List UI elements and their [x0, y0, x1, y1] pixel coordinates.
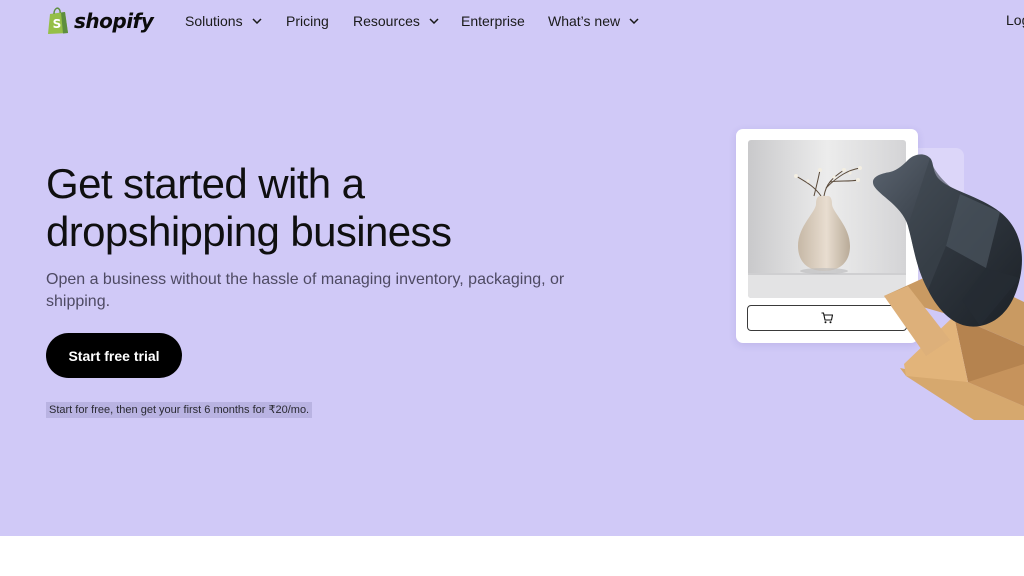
shopping-cart-icon	[821, 312, 833, 324]
shopping-bag-icon: S	[48, 7, 68, 34]
nav-item-whats-new[interactable]: What’s new	[548, 12, 639, 30]
start-free-trial-button[interactable]: Start free trial	[46, 333, 182, 378]
nav-item-label: Enterprise	[461, 13, 525, 29]
headline-line-1: Get started with a	[46, 160, 365, 207]
login-link[interactable]: Log	[1006, 12, 1024, 28]
hero-subheading: Open a business without the hassle of ma…	[46, 271, 565, 310]
hero-section: S shopify Solutions Pricing Resources En…	[0, 0, 1024, 536]
shopify-logo[interactable]: S shopify	[46, 6, 154, 36]
nav-item-enterprise[interactable]: Enterprise	[461, 12, 525, 30]
top-navigation: S shopify Solutions Pricing Resources En…	[0, 0, 1024, 42]
chevron-down-icon	[252, 18, 262, 24]
nav-item-label: Resources	[353, 13, 420, 29]
nav-item-label: Solutions	[185, 13, 243, 29]
page-title: Get started with a dropshipping business	[46, 160, 606, 256]
svg-text:S: S	[53, 17, 62, 31]
headline-line-2: dropshipping business	[46, 208, 452, 255]
chevron-down-icon	[629, 18, 639, 24]
nav-item-label: What’s new	[548, 13, 621, 29]
nav-item-label: Pricing	[286, 13, 329, 29]
nav-item-solutions[interactable]: Solutions	[185, 12, 262, 30]
nav-item-resources[interactable]: Resources	[353, 12, 439, 30]
shipping-box-illustration	[872, 154, 1024, 420]
pricing-note: Start for free, then get your first 6 mo…	[46, 402, 313, 418]
nav-item-pricing[interactable]: Pricing	[286, 12, 329, 30]
logo-wordmark: shopify	[74, 9, 154, 33]
chevron-down-icon	[429, 18, 439, 24]
